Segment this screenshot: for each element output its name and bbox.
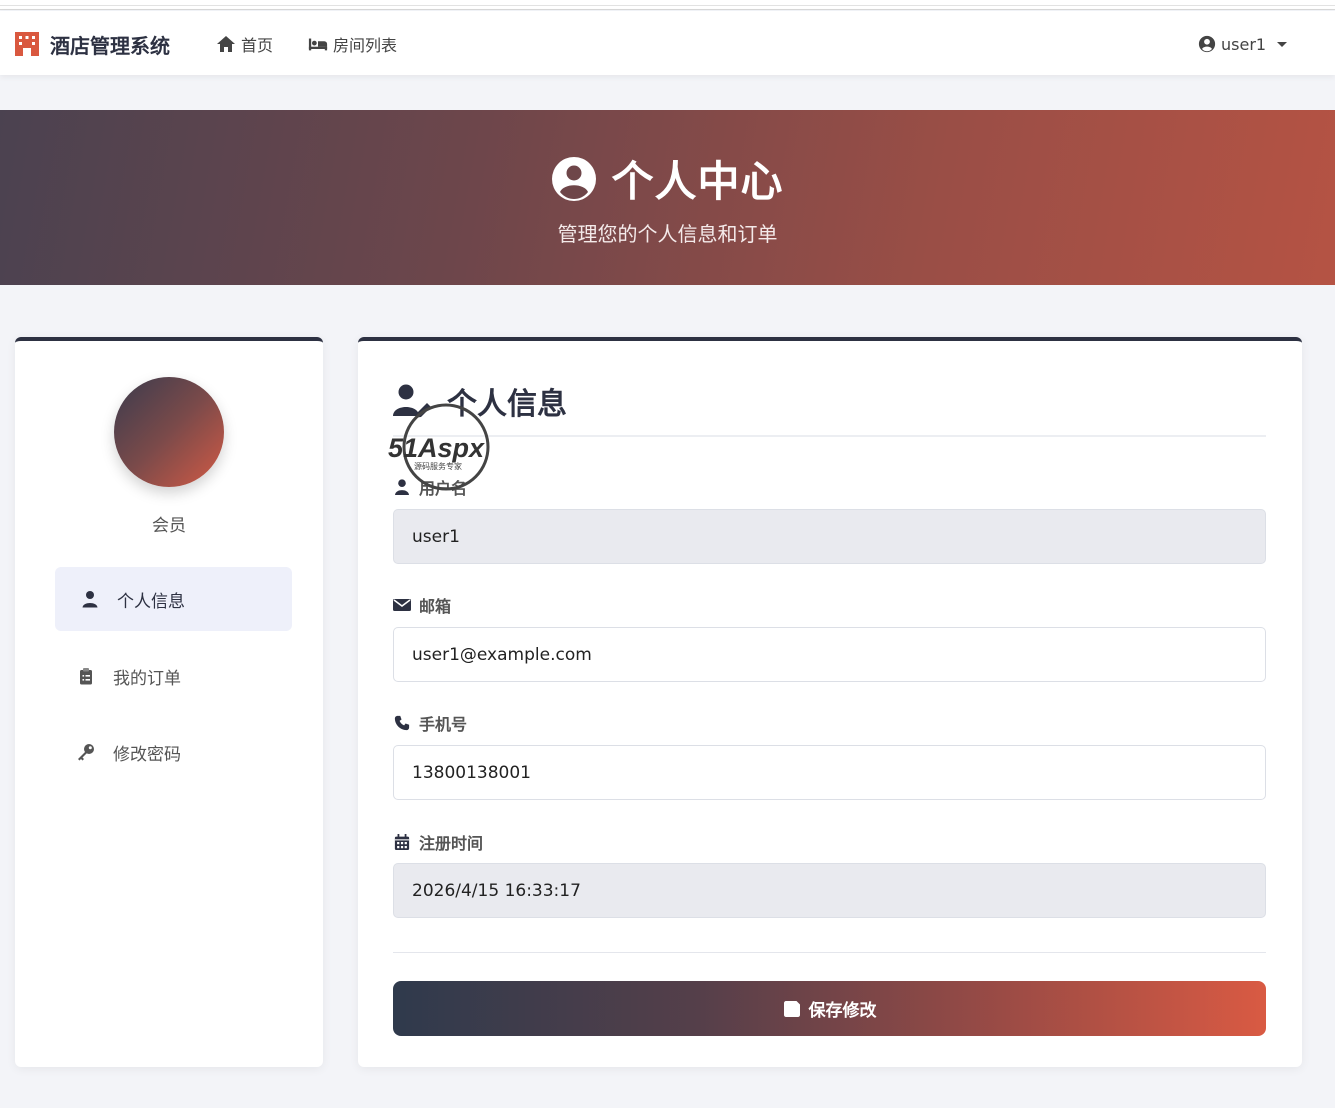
- user-icon: [395, 479, 409, 495]
- calendar-icon: [394, 834, 410, 850]
- email-field[interactable]: [393, 627, 1266, 682]
- phone-label: 手机号: [393, 711, 467, 735]
- sidebar-item-label: 我的订单: [113, 668, 181, 689]
- section-title-text: 个人信息: [447, 387, 567, 422]
- clipboard-icon: [80, 668, 92, 685]
- nav-rooms-link[interactable]: 房间列表: [308, 31, 397, 57]
- phone-field[interactable]: [393, 745, 1266, 800]
- nav-rooms-label: 房间列表: [333, 36, 398, 55]
- user-edit-icon: [393, 384, 431, 418]
- page-header-banner: 个人中心 管理您的个人信息和订单: [0, 110, 1335, 285]
- sidebar-item-profile[interactable]: 个人信息: [55, 567, 292, 631]
- nav-home-link[interactable]: 首页: [216, 31, 273, 57]
- username-label: 用户名: [393, 475, 467, 499]
- phone-label-text: 手机号: [419, 715, 468, 734]
- phone-icon: [394, 715, 410, 731]
- register-time-field[interactable]: [393, 863, 1266, 918]
- profile-form-card: 个人信息 用户名 邮箱 手机号: [358, 337, 1302, 1067]
- divider: [393, 435, 1266, 437]
- envelope-icon: [393, 599, 411, 611]
- bed-icon: [308, 38, 328, 51]
- section-title: 个人信息: [393, 379, 567, 423]
- user-circle-icon: [552, 156, 597, 201]
- member-level: 会员: [152, 516, 186, 536]
- page-title-text: 个人中心: [611, 157, 784, 206]
- email-label: 邮箱: [393, 593, 451, 617]
- profile-sidebar: 会员 个人信息 我的订单 修改密码: [15, 337, 323, 1067]
- user-name: user1: [1221, 34, 1267, 54]
- sidebar-item-label: 个人信息: [117, 591, 185, 612]
- username-field[interactable]: [393, 509, 1266, 564]
- page-title: 个人中心: [0, 148, 1335, 209]
- brand[interactable]: 酒店管理系统: [14, 29, 170, 59]
- sidebar-item-orders[interactable]: 我的订单: [55, 644, 292, 708]
- key-icon: [78, 744, 94, 761]
- window-top-strip: [0, 0, 1335, 10]
- navbar: 酒店管理系统 首页 房间列表 user1: [0, 11, 1335, 75]
- user-dropdown[interactable]: user1: [1198, 31, 1288, 57]
- home-icon: [217, 36, 235, 52]
- user-icon: [82, 591, 98, 608]
- nav-home-label: 首页: [241, 36, 274, 55]
- sidebar-item-label: 修改密码: [113, 744, 181, 765]
- divider: [393, 952, 1266, 953]
- brand-name: 酒店管理系统: [50, 33, 170, 58]
- sidebar-item-password[interactable]: 修改密码: [55, 720, 292, 784]
- user-circle-icon: [1198, 35, 1216, 53]
- avatar: [114, 377, 224, 487]
- save-button[interactable]: 保存修改: [393, 981, 1266, 1036]
- email-label-text: 邮箱: [419, 597, 452, 616]
- save-icon: [783, 1000, 800, 1017]
- hotel-icon: [15, 32, 39, 56]
- register-time-label: 注册时间: [393, 830, 483, 854]
- username-label-text: 用户名: [419, 479, 468, 498]
- chevron-down-icon: [1277, 41, 1288, 47]
- page-subtitle: 管理您的个人信息和订单: [557, 222, 778, 246]
- register-time-label-text: 注册时间: [419, 834, 484, 853]
- save-button-label: 保存修改: [808, 1001, 877, 1021]
